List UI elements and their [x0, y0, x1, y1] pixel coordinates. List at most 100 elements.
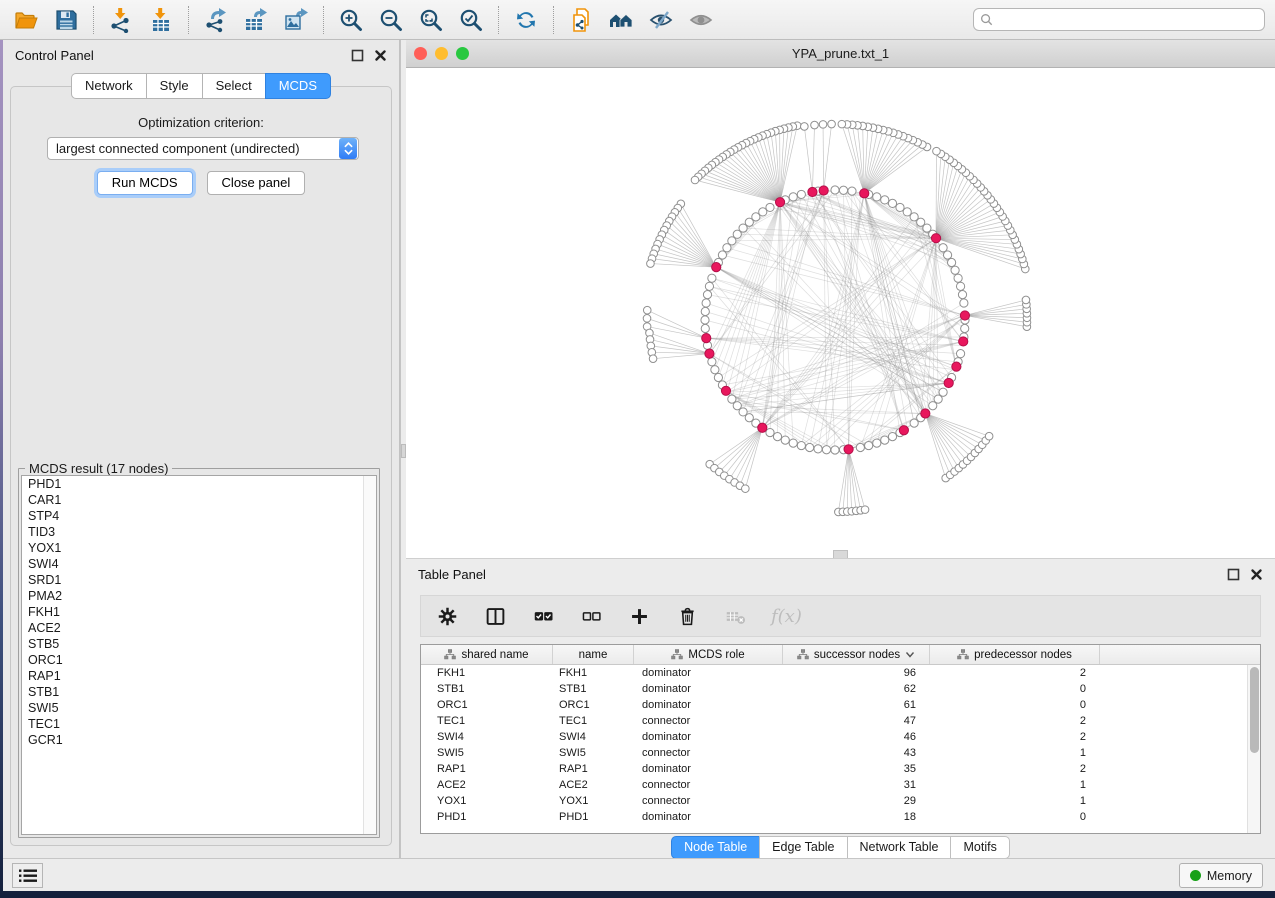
import-network-button[interactable] [105, 5, 137, 35]
export-table-icon [243, 7, 269, 33]
run-mcds-button[interactable]: Run MCDS [97, 171, 193, 195]
search-icon [980, 13, 993, 26]
hide-selected-button[interactable] [645, 5, 677, 35]
result-node-item[interactable]: SWI5 [22, 700, 376, 716]
network-canvas[interactable] [406, 68, 1275, 558]
save-session-button[interactable] [50, 5, 82, 35]
cell-name: PHD1 [553, 811, 634, 823]
toolbar-divider [188, 6, 189, 34]
table-row-TEC1[interactable]: TEC1TEC1connector472 [421, 713, 1247, 729]
result-node-item[interactable]: PMA2 [22, 588, 376, 604]
tab-mcds[interactable]: MCDS [265, 73, 331, 99]
tab-network[interactable]: Network [71, 73, 146, 99]
column-header-predecessor-nodes[interactable]: predecessor nodes [930, 645, 1100, 664]
network-graph[interactable] [406, 68, 1275, 558]
result-node-item[interactable]: YOX1 [22, 540, 376, 556]
search-field[interactable] [973, 8, 1265, 31]
export-image-button[interactable] [280, 5, 312, 35]
table-row-ACE2[interactable]: ACE2ACE2connector311 [421, 777, 1247, 793]
refresh-layout-button[interactable] [510, 5, 542, 35]
zoom-selected-button[interactable] [455, 5, 487, 35]
table-row-RAP1[interactable]: RAP1RAP1dominator352 [421, 761, 1247, 777]
cell-name: FKH1 [553, 667, 634, 679]
application-window: Control Panel NetworkStyleSelectMCDS Opt… [0, 0, 1275, 898]
result-node-item[interactable]: SRD1 [22, 572, 376, 588]
zoom-selected-icon [458, 7, 484, 33]
split-panel-button[interactable] [483, 604, 507, 628]
delete-column-button[interactable] [675, 604, 699, 628]
control-panel-title: Control Panel [15, 48, 94, 63]
show-all-button[interactable] [685, 5, 717, 35]
cell-shared-name: TEC1 [421, 715, 553, 727]
zoom-out-button[interactable] [375, 5, 407, 35]
mcds-result-list[interactable]: PHD1CAR1STP4TID3YOX1SWI4SRD1PMA2FKH1ACE2… [21, 475, 377, 835]
table-row-ORC1[interactable]: ORC1ORC1dominator610 [421, 697, 1247, 713]
cell-MCDS-role: dominator [634, 683, 783, 695]
first-neighbors-button[interactable] [605, 5, 637, 35]
close-table-panel-icon[interactable] [1250, 568, 1263, 581]
result-node-item[interactable]: TID3 [22, 524, 376, 540]
open-file-button[interactable] [10, 5, 42, 35]
result-node-item[interactable]: CAR1 [22, 492, 376, 508]
table-scrollbar-thumb[interactable] [1250, 667, 1259, 753]
cell-successor-nodes: 47 [783, 715, 930, 727]
result-node-item[interactable]: RAP1 [22, 668, 376, 684]
table-settings-button[interactable] [435, 604, 459, 628]
table-row-STB1[interactable]: STB1STB1dominator620 [421, 681, 1247, 697]
function-builder-button: f(x) [771, 606, 802, 627]
tab-select[interactable]: Select [202, 73, 265, 99]
select-all-rows-button[interactable] [531, 604, 555, 628]
import-network-icon [108, 7, 134, 33]
result-list-scrollbar[interactable] [363, 476, 376, 834]
network-titlebar[interactable]: YPA_prune.txt_1 [406, 40, 1275, 68]
result-node-item[interactable]: STB1 [22, 684, 376, 700]
table-row-FKH1[interactable]: FKH1FKH1dominator962 [421, 665, 1247, 681]
table-row-SWI5[interactable]: SWI5SWI5connector431 [421, 745, 1247, 761]
cell-MCDS-role: dominator [634, 731, 783, 743]
export-network-button[interactable] [200, 5, 232, 35]
result-node-item[interactable]: ORC1 [22, 652, 376, 668]
result-node-item[interactable]: SWI4 [22, 556, 376, 572]
column-header-MCDS-role[interactable]: MCDS role [634, 645, 783, 664]
close-panel-icon[interactable] [374, 49, 387, 62]
result-node-item[interactable]: FKH1 [22, 604, 376, 620]
table-row-SWI4[interactable]: SWI4SWI4dominator462 [421, 729, 1247, 745]
result-node-item[interactable]: ACE2 [22, 620, 376, 636]
search-input[interactable] [997, 13, 1258, 27]
column-header-shared-name[interactable]: shared name [421, 645, 553, 664]
cell-name: YOX1 [553, 795, 634, 807]
result-node-item[interactable]: GCR1 [22, 732, 376, 748]
result-node-item[interactable]: PHD1 [22, 476, 376, 492]
task-history-button[interactable] [12, 863, 43, 888]
result-node-item[interactable]: STB5 [22, 636, 376, 652]
table-scrollbar[interactable] [1247, 665, 1260, 833]
float-table-panel-icon[interactable] [1227, 568, 1240, 581]
table-row-YOX1[interactable]: YOX1YOX1connector291 [421, 793, 1247, 809]
zoom-in-button[interactable] [335, 5, 367, 35]
tab-style[interactable]: Style [146, 73, 202, 99]
cell-successor-nodes: 43 [783, 747, 930, 759]
create-column-button[interactable] [627, 604, 651, 628]
memory-button[interactable]: Memory [1179, 863, 1263, 888]
tab-edge-table[interactable]: Edge Table [759, 836, 846, 859]
result-node-item[interactable]: TEC1 [22, 716, 376, 732]
deselect-all-rows-button[interactable] [579, 604, 603, 628]
column-header-name[interactable]: name [553, 645, 634, 664]
export-table-button[interactable] [240, 5, 272, 35]
trash-icon [677, 606, 698, 627]
zoom-fit-button[interactable] [415, 5, 447, 35]
tab-network-table[interactable]: Network Table [847, 836, 951, 859]
tab-node-table[interactable]: Node Table [671, 836, 759, 859]
result-node-item[interactable]: STP4 [22, 508, 376, 524]
canvas-splitter-handle[interactable] [833, 550, 848, 558]
import-table-button[interactable] [145, 5, 177, 35]
cell-successor-nodes: 62 [783, 683, 930, 695]
table-panel-titlebar: Table Panel [406, 559, 1275, 586]
clone-network-button[interactable] [565, 5, 597, 35]
tab-motifs[interactable]: Motifs [950, 836, 1009, 859]
optimization-select[interactable]: largest connected component (undirected) [47, 137, 359, 160]
column-header-successor-nodes[interactable]: successor nodes [783, 645, 930, 664]
close-panel-button[interactable]: Close panel [207, 171, 306, 195]
table-row-PHD1[interactable]: PHD1PHD1dominator180 [421, 809, 1247, 825]
float-panel-icon[interactable] [351, 49, 364, 62]
